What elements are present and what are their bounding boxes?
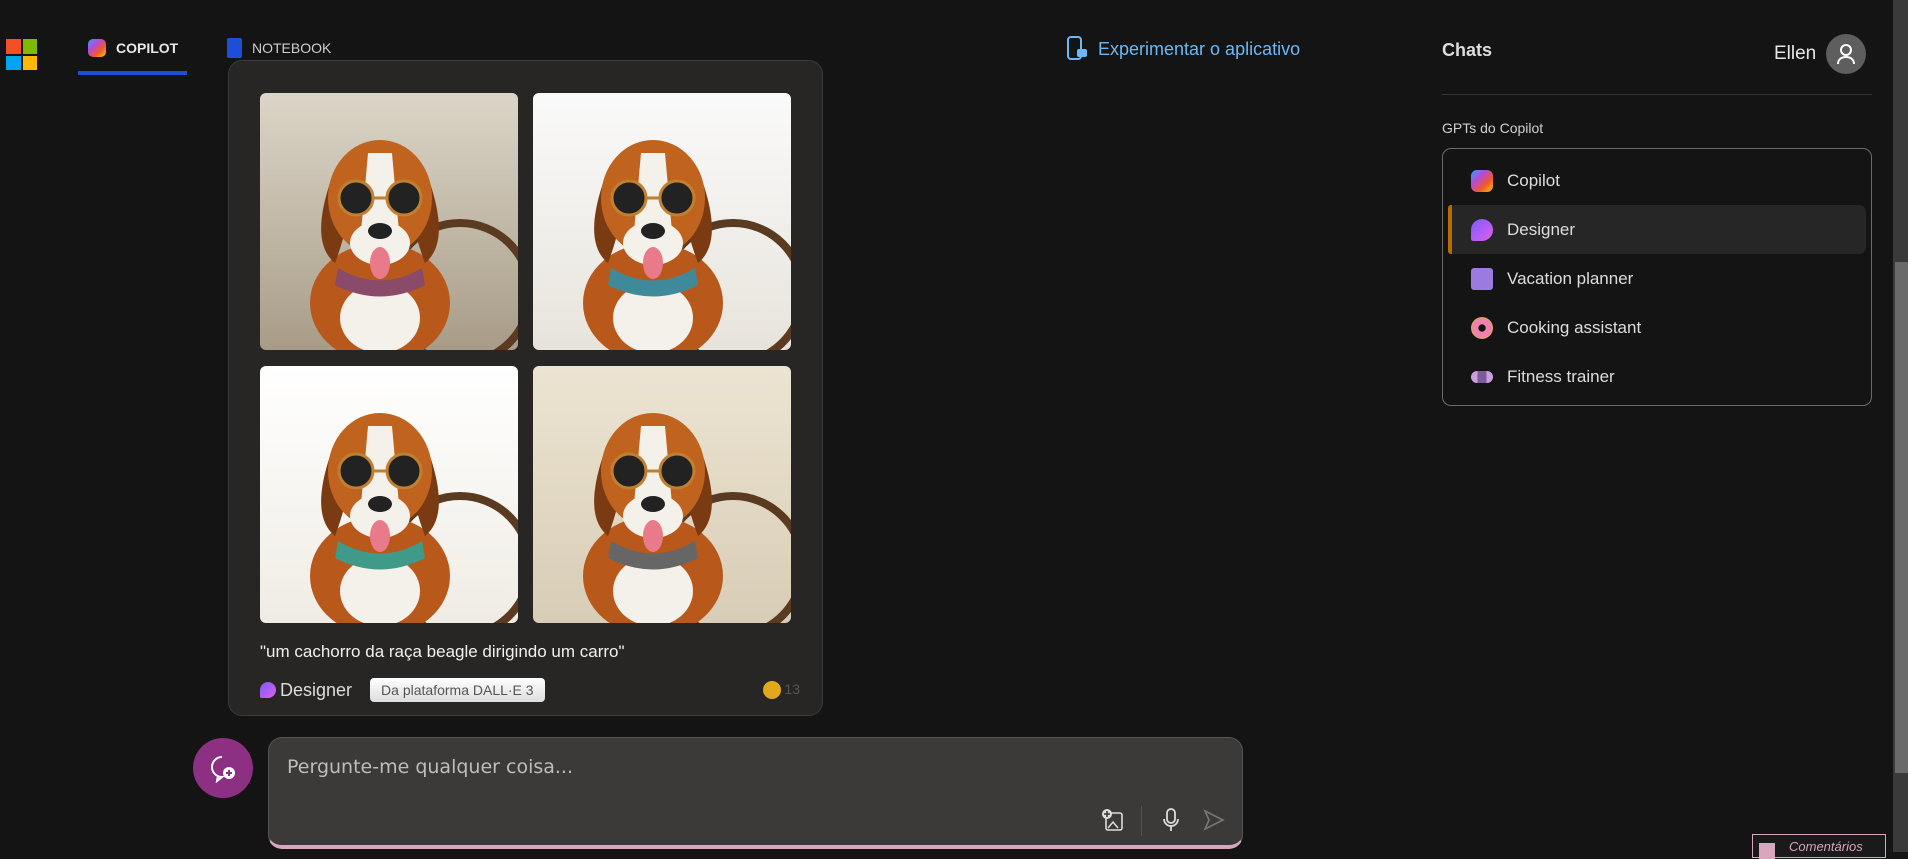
generated-image-4[interactable] xyxy=(533,366,791,623)
beagle-illustration xyxy=(310,140,518,350)
try-app-label: Experimentar o aplicativo xyxy=(1098,38,1301,59)
donut-icon xyxy=(1471,316,1493,339)
active-tab-indicator xyxy=(78,71,187,75)
voice-input-button[interactable] xyxy=(1157,806,1185,834)
chat-input[interactable] xyxy=(287,756,1087,778)
gpt-item-designer[interactable]: Designer xyxy=(1448,205,1866,254)
beagle-illustration xyxy=(583,413,791,623)
add-image-button[interactable] xyxy=(1099,806,1127,834)
gpt-item-cooking-assistant[interactable]: Cooking assistant xyxy=(1448,303,1866,352)
tab-label: NOTEBOOK xyxy=(252,40,332,56)
feedback-button[interactable]: Comentários xyxy=(1752,834,1886,859)
beagle-illustration xyxy=(310,413,518,623)
composer-divider xyxy=(1141,806,1142,836)
person-icon xyxy=(1837,44,1856,65)
gpt-item-copilot[interactable]: Copilot xyxy=(1448,156,1866,205)
image-prompt-caption: "um cachorro da raça beagle dirigindo um… xyxy=(260,642,625,661)
gpts-list: Copilot Designer Vacation planner Cookin… xyxy=(1442,148,1872,406)
suitcase-icon xyxy=(1471,267,1493,290)
chat-composer xyxy=(268,737,1243,849)
dumbbell-icon xyxy=(1471,370,1493,383)
tab-notebook[interactable]: NOTEBOOK xyxy=(227,36,331,60)
send-button[interactable] xyxy=(1200,806,1228,834)
phone-icon xyxy=(1067,36,1087,60)
generated-image-2[interactable] xyxy=(533,93,791,350)
avatar xyxy=(1826,34,1867,74)
copilot-icon xyxy=(88,39,106,57)
generated-image-3[interactable] xyxy=(260,366,518,623)
gpt-label: Copilot xyxy=(1507,170,1560,190)
new-chat-icon xyxy=(211,756,235,783)
gpt-label: Fitness trainer xyxy=(1507,366,1615,386)
user-name: Ellen xyxy=(1774,43,1817,64)
scrollbar-thumb[interactable] xyxy=(1895,262,1908,773)
gpt-label: Designer xyxy=(1507,219,1576,239)
copilot-icon xyxy=(1471,169,1493,192)
gpt-item-fitness-trainer[interactable]: Fitness trainer xyxy=(1448,352,1866,401)
gpt-item-vacation-planner[interactable]: Vacation planner xyxy=(1448,254,1866,303)
gpt-label: Cooking assistant xyxy=(1507,317,1642,337)
card-footer: Designer Da plataforma DALL·E 3 13 xyxy=(260,678,800,702)
divider xyxy=(1442,94,1872,95)
new-topic-button[interactable] xyxy=(193,738,253,798)
gpt-label: Vacation planner xyxy=(1507,268,1634,288)
designer-icon xyxy=(1471,218,1493,241)
chats-heading: Chats xyxy=(1442,40,1493,60)
dalle-badge: Da plataforma DALL·E 3 xyxy=(370,678,545,702)
designer-attribution[interactable]: Designer xyxy=(260,680,352,701)
microphone-icon xyxy=(1163,808,1179,831)
try-app-link[interactable]: Experimentar o aplicativo xyxy=(1066,36,1300,62)
boost-counter: 13 xyxy=(762,680,800,700)
image-add-icon xyxy=(1102,809,1123,831)
boost-count: 13 xyxy=(784,680,800,697)
microsoft-logo[interactable] xyxy=(6,39,37,70)
notebook-icon xyxy=(227,38,242,58)
generated-image-1[interactable] xyxy=(260,93,518,350)
send-icon xyxy=(1203,809,1225,831)
beagle-illustration xyxy=(583,140,791,350)
designer-label: Designer xyxy=(280,679,353,700)
user-menu[interactable]: Ellen xyxy=(1774,34,1867,74)
tab-copilot[interactable]: COPILOT xyxy=(88,36,178,60)
boost-coin-icon xyxy=(762,681,781,700)
gpts-heading: GPTs do Copilot xyxy=(1442,120,1544,136)
designer-icon xyxy=(260,682,276,698)
tab-label: COPILOT xyxy=(116,40,179,56)
